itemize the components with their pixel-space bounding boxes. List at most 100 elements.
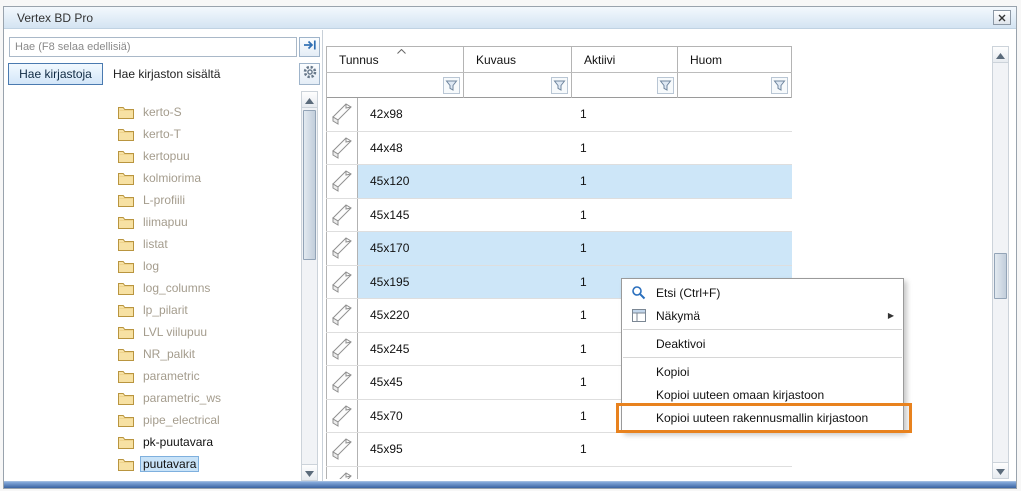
tree-item-kolmiorima[interactable]: kolmiorima xyxy=(6,167,301,189)
tree-item-kerto-s[interactable]: kerto-S xyxy=(6,101,301,123)
menu-item-nakyma[interactable]: Näkymä▶ xyxy=(622,304,903,327)
lumber-icon xyxy=(326,266,358,299)
cell-aktiivi: 1 xyxy=(572,232,678,265)
tree-item-label: parametric_ws xyxy=(140,390,224,406)
folder-icon xyxy=(118,194,134,207)
tree-item-listat[interactable]: listat xyxy=(6,233,301,255)
menu-item-label: Näkymä xyxy=(656,309,700,323)
table-header: Tunnus Kuvaus Aktiivi Huom xyxy=(326,46,792,98)
lumber-icon xyxy=(326,232,358,265)
cell-aktiivi: 1 xyxy=(572,98,678,131)
table-row[interactable] xyxy=(326,467,792,480)
tree-item-pk-puutavara[interactable]: pk-puutavara xyxy=(6,431,301,453)
cell-tunnus: 45x70 xyxy=(358,400,464,433)
library-tree: kerto-S kerto-T kertopuu kolmiorimaL-profii… xyxy=(6,91,301,481)
folder-icon xyxy=(118,238,134,251)
lumber-icon xyxy=(326,299,358,332)
cell-aktiivi: 1 xyxy=(572,199,678,232)
search-input[interactable] xyxy=(9,37,297,57)
tree-item-liimapuu[interactable]: liimapuu xyxy=(6,211,301,233)
folder-icon xyxy=(118,106,134,119)
tree-item-log[interactable]: log xyxy=(6,255,301,277)
filter-icon[interactable] xyxy=(657,77,674,94)
tree-item-kertopuu[interactable]: kertopuu xyxy=(6,145,301,167)
context-menu: Etsi (Ctrl+F)Näkymä▶DeaktivoiKopioiKopio… xyxy=(621,278,904,432)
tree-item-log-columns[interactable]: log_columns xyxy=(6,277,301,299)
cell-tunnus: 45x220 xyxy=(358,299,464,332)
tree-item-pipe-electrical[interactable]: pipe_electrical xyxy=(6,409,301,431)
menu-item-kopioi-uuteen-rakennusmallin-kirjastoon[interactable]: Kopioi uuteen rakennusmallin kirjastoon xyxy=(622,406,903,429)
tab-hae-kirjastoja[interactable]: Hae kirjastoja xyxy=(8,63,103,85)
tree-item-label: listat xyxy=(140,236,171,252)
tree-item-label: kertopuu xyxy=(140,148,193,164)
tab-hae-kirjaston-sisalta[interactable]: Hae kirjaston sisältä xyxy=(113,63,220,85)
tree-item-parametric[interactable]: parametric xyxy=(6,365,301,387)
settings-button[interactable] xyxy=(299,63,320,85)
filter-icon[interactable] xyxy=(443,77,460,94)
view-icon xyxy=(630,307,647,324)
menu-item-kopioi-uuteen-omaan-kirjastoon[interactable]: Kopioi uuteen omaan kirjastoon xyxy=(622,383,903,406)
lumber-icon xyxy=(326,333,358,366)
column-header-huom[interactable]: Huom xyxy=(678,47,792,72)
tree-item-parametric-ws[interactable]: parametric_ws xyxy=(6,387,301,409)
tree-item-kerto-t[interactable]: kerto-T xyxy=(6,123,301,145)
tree-item-label: pk-puutavara xyxy=(140,434,216,450)
gear-icon xyxy=(302,64,318,85)
tree-scrollbar[interactable] xyxy=(301,91,318,481)
close-icon xyxy=(998,11,1006,25)
menu-item-etsi-ctrl-f[interactable]: Etsi (Ctrl+F) xyxy=(622,281,903,304)
table-row[interactable]: 44x481 xyxy=(326,132,792,166)
scroll-thumb[interactable] xyxy=(303,110,316,260)
cell-huom xyxy=(678,199,792,232)
tree-item-label: log_columns xyxy=(140,280,213,296)
lumber-icon xyxy=(326,165,358,198)
menu-item-label: Etsi (Ctrl+F) xyxy=(656,286,720,300)
tree-item-lvl-viilupuu[interactable]: LVL viilupuu xyxy=(6,321,301,343)
folder-icon xyxy=(118,172,134,185)
cell-kuvaus xyxy=(464,98,572,131)
tab-label: Hae kirjastoja xyxy=(19,67,92,81)
column-header-tunnus[interactable]: Tunnus xyxy=(326,47,464,72)
cell-kuvaus xyxy=(464,299,572,332)
tree-item-l-profiili[interactable]: L-profiili xyxy=(6,189,301,211)
tree-item-label: log xyxy=(140,258,162,274)
table-scrollbar[interactable] xyxy=(992,46,1009,479)
cell-kuvaus xyxy=(464,199,572,232)
menu-item-deaktivoi[interactable]: Deaktivoi xyxy=(622,332,903,355)
panel-divider[interactable] xyxy=(322,30,323,481)
scroll-up-icon xyxy=(996,46,1005,64)
cell-kuvaus xyxy=(464,467,572,480)
cell-aktiivi: 1 xyxy=(572,165,678,198)
cell-huom xyxy=(678,165,792,198)
menu-separator xyxy=(623,357,902,358)
table-row[interactable]: 45x1451 xyxy=(326,199,792,233)
tree-item-label: lp_pilarit xyxy=(140,302,191,318)
column-header-kuvaus[interactable]: Kuvaus xyxy=(464,47,572,72)
cell-huom xyxy=(678,433,792,466)
tree-item-nr-palkit[interactable]: NR_palkit xyxy=(6,343,301,365)
cell-kuvaus xyxy=(464,400,572,433)
scroll-up-button[interactable] xyxy=(302,92,317,108)
search-go-button[interactable] xyxy=(299,37,320,57)
scroll-up-button[interactable] xyxy=(993,47,1008,63)
tree-item-lp-pilarit[interactable]: lp_pilarit xyxy=(6,299,301,321)
close-button[interactable] xyxy=(993,10,1011,25)
table-row[interactable]: 45x1201 xyxy=(326,165,792,199)
column-header-aktiivi[interactable]: Aktiivi xyxy=(572,47,678,72)
tree-item-label: kerto-S xyxy=(140,104,185,120)
scroll-down-icon xyxy=(996,462,1005,480)
scroll-down-button[interactable] xyxy=(993,462,1008,478)
table-row[interactable]: 42x981 xyxy=(326,98,792,132)
lumber-icon xyxy=(326,467,358,480)
window-title: Vertex BD Pro xyxy=(17,11,93,25)
tree-item-puutavara[interactable]: puutavara xyxy=(6,453,301,475)
scroll-down-button[interactable] xyxy=(302,464,317,480)
tree-item-label: liimapuu xyxy=(140,214,191,230)
filter-icon[interactable] xyxy=(771,77,788,94)
scroll-thumb[interactable] xyxy=(994,253,1007,299)
table-row[interactable]: 45x951 xyxy=(326,433,792,467)
filter-icon[interactable] xyxy=(551,77,568,94)
menu-item-kopioi[interactable]: Kopioi xyxy=(622,360,903,383)
app-window: Vertex BD Pro Hae kirjastoja Hae kirjast… xyxy=(3,6,1017,489)
table-row[interactable]: 45x1701 xyxy=(326,232,792,266)
